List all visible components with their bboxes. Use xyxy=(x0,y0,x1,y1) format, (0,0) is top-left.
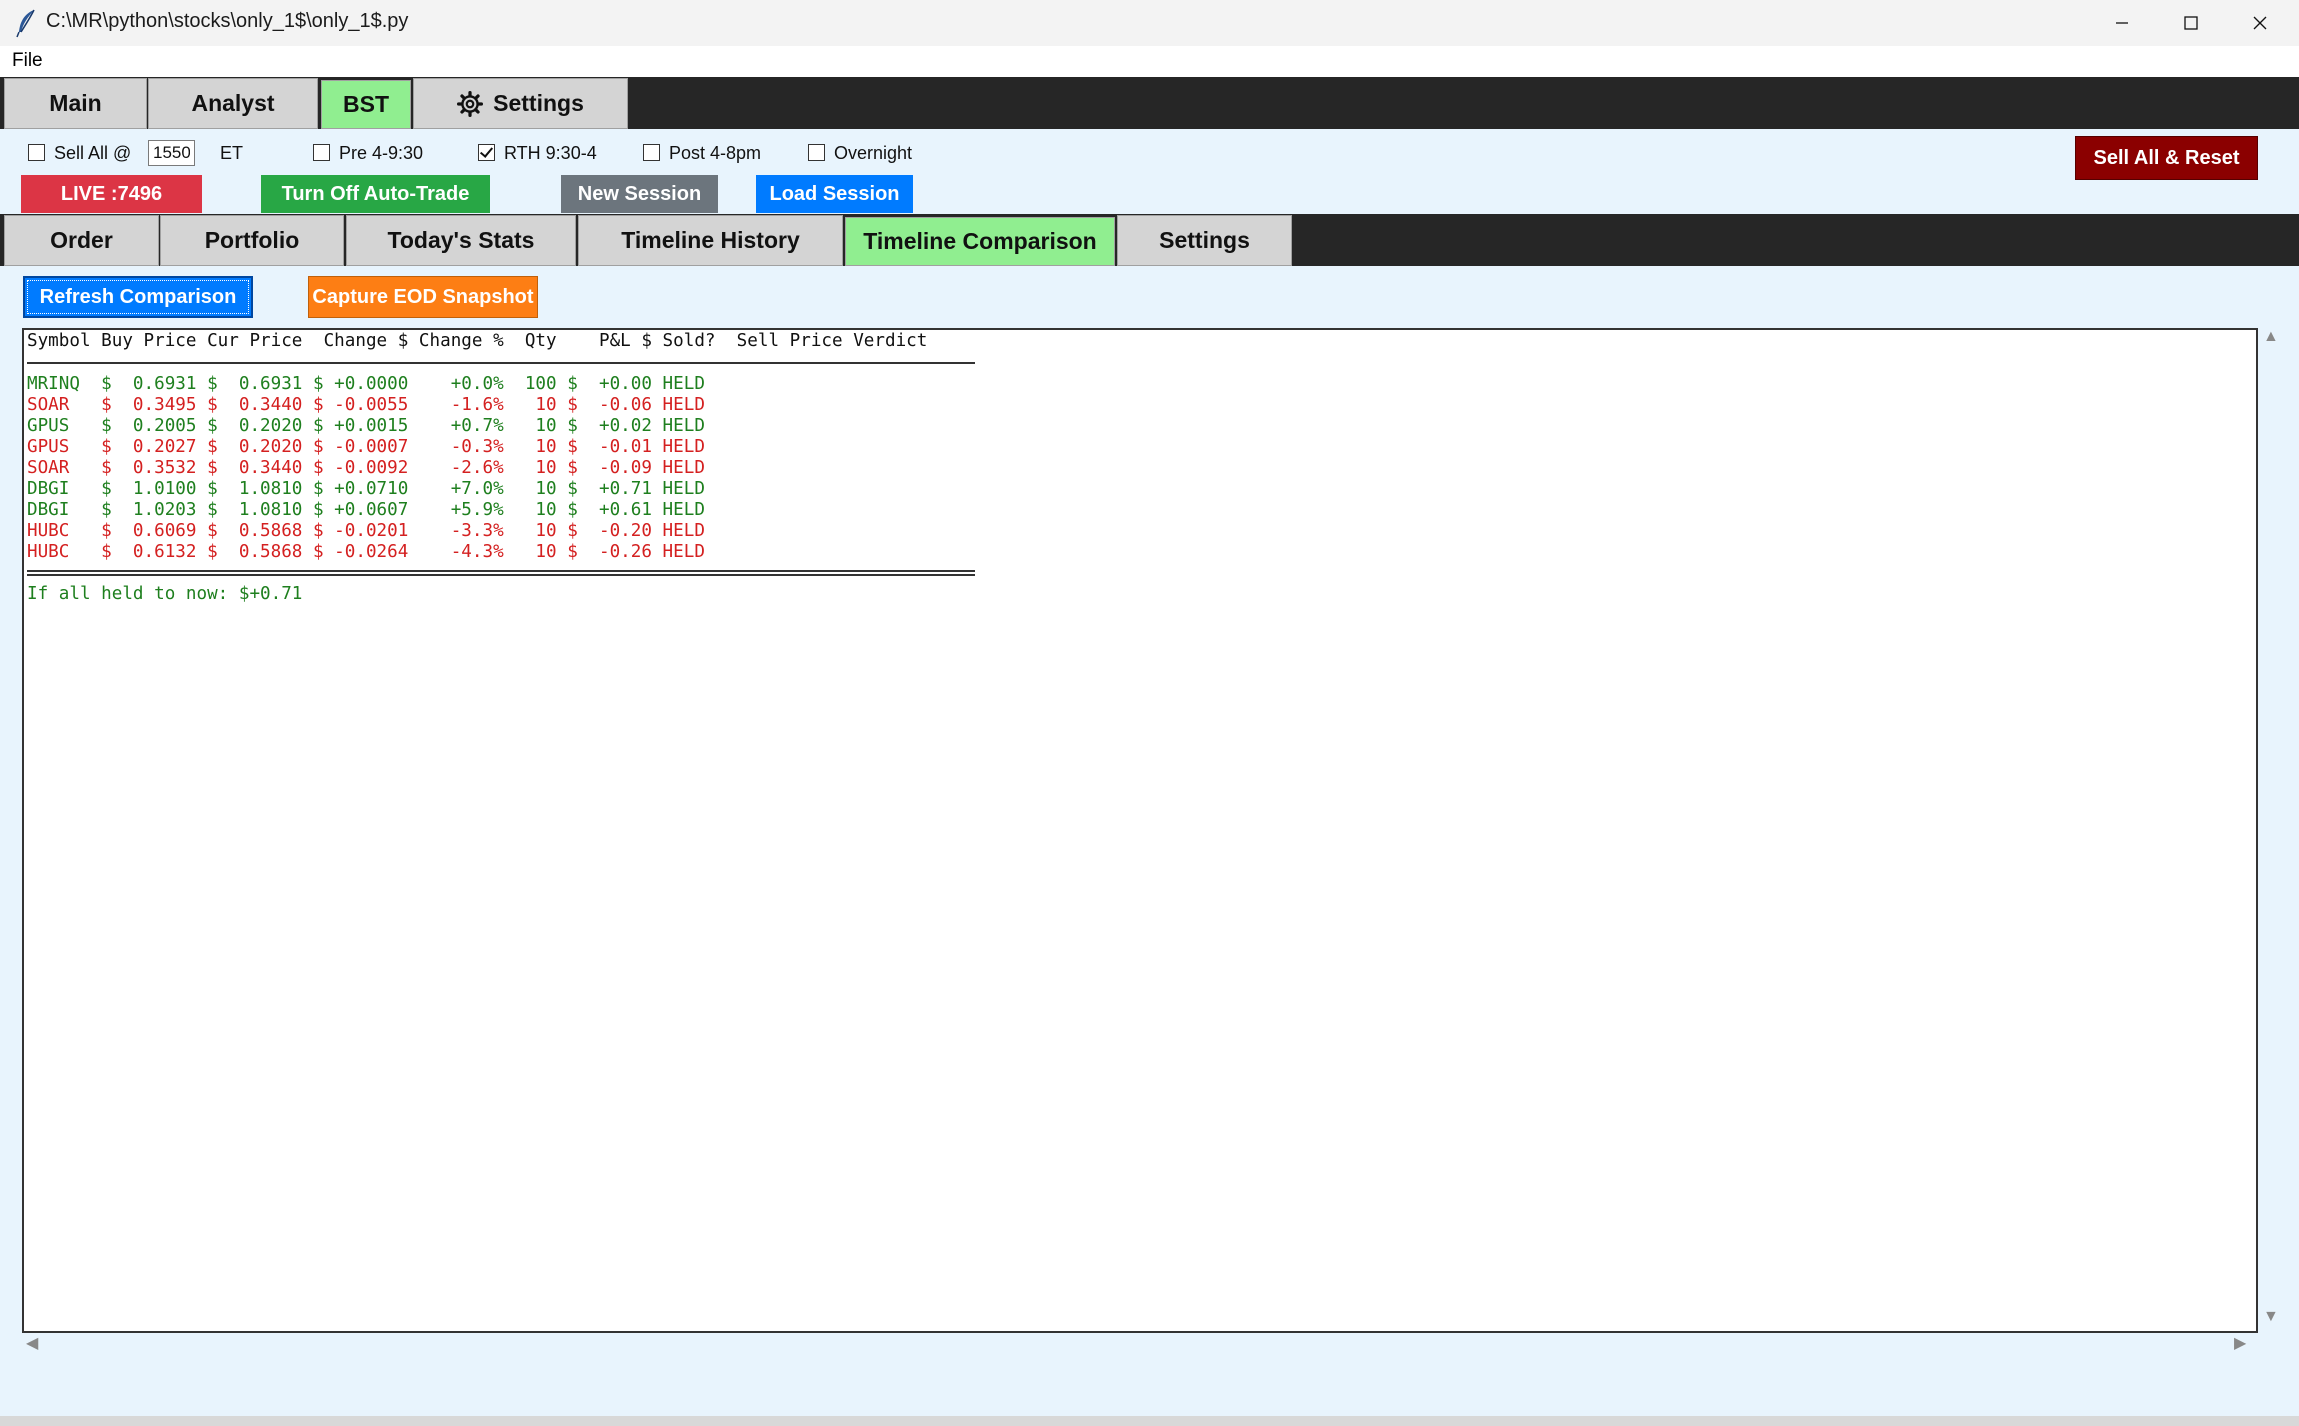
table-header: Symbol Buy Price Cur Price Change $ Chan… xyxy=(27,331,928,351)
feather-icon xyxy=(14,8,40,38)
sell-all-checkbox[interactable] xyxy=(28,144,45,161)
menu-file[interactable]: File xyxy=(12,50,43,72)
table-row: HUBC $ 0.6069 $ 0.5868 $ -0.0201 -3.3% 1… xyxy=(27,521,705,541)
table-row: SOAR $ 0.3495 $ 0.3440 $ -0.0055 -1.6% 1… xyxy=(27,395,705,415)
minimize-icon xyxy=(2116,22,2128,24)
refresh-comparison-button[interactable]: Refresh Comparison xyxy=(23,276,253,318)
close-button[interactable] xyxy=(2226,0,2294,46)
scroll-left-icon[interactable]: ◀ xyxy=(26,1333,38,1353)
tab-settings-inner[interactable]: Settings xyxy=(1117,215,1292,266)
footer-divider xyxy=(27,570,975,572)
scroll-right-icon[interactable]: ▶ xyxy=(2234,1333,2246,1353)
tab-timeline-comparison[interactable]: Timeline Comparison xyxy=(845,217,1115,266)
gear-icon xyxy=(457,90,484,117)
sell-all-time-input[interactable] xyxy=(148,140,195,166)
auto-trade-toggle-button[interactable]: Turn Off Auto-Trade xyxy=(261,175,490,213)
tab-settings-label: Settings xyxy=(493,90,584,116)
rth-label: RTH 9:30-4 xyxy=(504,143,597,163)
vertical-scrollbar[interactable]: ▲ ▼ xyxy=(2258,328,2282,1333)
table-row: DBGI $ 1.0203 $ 1.0810 $ +0.0607 +5.9% 1… xyxy=(27,500,705,520)
scroll-down-icon[interactable]: ▼ xyxy=(2263,1308,2279,1326)
tab-order[interactable]: Order xyxy=(4,215,159,266)
tab-timeline-history[interactable]: Timeline History xyxy=(578,215,843,266)
overnight-checkbox[interactable] xyxy=(808,144,825,161)
sell-all-label: Sell All @ xyxy=(54,143,132,163)
load-session-button[interactable]: Load Session xyxy=(756,175,913,213)
post-market-checkbox[interactable] xyxy=(643,144,660,161)
table-row: GPUS $ 0.2005 $ 0.2020 $ +0.0015 +0.7% 1… xyxy=(27,416,705,436)
new-session-button[interactable]: New Session xyxy=(561,175,718,213)
menu-bar: File xyxy=(0,46,2299,77)
live-status-button[interactable]: LIVE :7496 xyxy=(21,175,202,213)
table-row: DBGI $ 1.0100 $ 1.0810 $ +0.0710 +7.0% 1… xyxy=(27,479,705,499)
sell-all-reset-button[interactable]: Sell All & Reset xyxy=(2075,136,2258,180)
maximize-button[interactable] xyxy=(2157,0,2225,46)
comparison-text-area[interactable]: Symbol Buy Price Cur Price Change $ Chan… xyxy=(22,328,2258,1333)
capture-eod-button[interactable]: Capture EOD Snapshot xyxy=(308,276,538,318)
maximize-icon xyxy=(2184,16,2198,30)
rth-checkbox[interactable] xyxy=(478,144,495,161)
horizontal-scrollbar[interactable]: ◀ ▶ xyxy=(22,1333,2258,1355)
post-market-label: Post 4-8pm xyxy=(669,143,762,163)
window-title: C:\MR\python\stocks\only_1$\only_1$.py xyxy=(46,10,409,32)
overnight-label: Overnight xyxy=(834,143,913,163)
header-divider xyxy=(27,362,975,364)
scroll-up-icon[interactable]: ▲ xyxy=(2263,328,2279,346)
tab-analyst[interactable]: Analyst xyxy=(148,78,318,129)
tab-todays-stats[interactable]: Today's Stats xyxy=(346,215,576,266)
table-row: GPUS $ 0.2027 $ 0.2020 $ -0.0007 -0.3% 1… xyxy=(27,437,705,457)
footer-divider-2 xyxy=(27,574,975,576)
tab-main[interactable]: Main xyxy=(4,78,147,129)
pre-market-checkbox[interactable] xyxy=(313,144,330,161)
close-icon xyxy=(2253,16,2267,30)
table-row: MRINQ $ 0.6931 $ 0.6931 $ +0.0000 +0.0% … xyxy=(27,374,705,394)
tab-portfolio[interactable]: Portfolio xyxy=(160,215,344,266)
pre-market-label: Pre 4-9:30 xyxy=(339,143,424,163)
table-row: SOAR $ 0.3532 $ 0.3440 $ -0.0092 -2.6% 1… xyxy=(27,458,705,478)
status-strip xyxy=(0,1416,2299,1426)
summary-line: If all held to now: $+0.71 xyxy=(27,584,303,604)
minimize-button[interactable] xyxy=(2088,0,2156,46)
tab-bst[interactable]: BST xyxy=(321,80,411,129)
table-row: HUBC $ 0.6132 $ 0.5868 $ -0.0264 -4.3% 1… xyxy=(27,542,705,562)
et-label: ET xyxy=(220,143,244,163)
tab-settings-top[interactable]: Settings xyxy=(413,78,628,129)
